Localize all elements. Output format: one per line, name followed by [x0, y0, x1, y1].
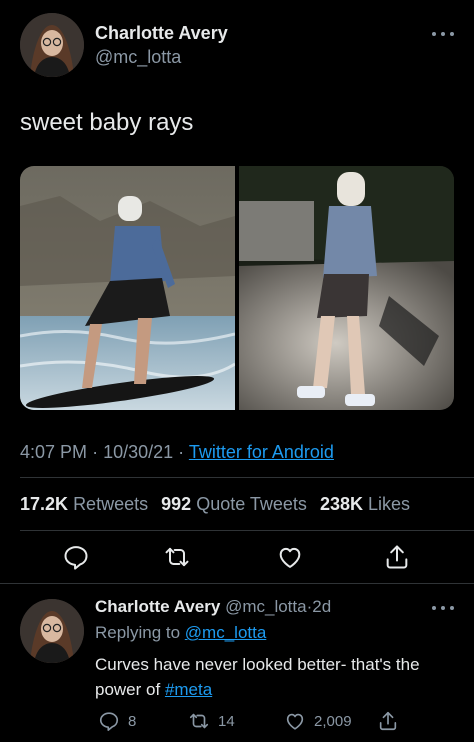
author-avatar[interactable]: [20, 13, 84, 77]
reply-icon: [99, 712, 119, 731]
hashtag-link[interactable]: #meta: [165, 680, 212, 699]
author-handle[interactable]: @mc_lotta: [95, 47, 181, 68]
tweet-source-link[interactable]: Twitter for Android: [189, 442, 334, 462]
reply-replies-count: 8: [128, 712, 137, 730]
reply-reply-button[interactable]: 8: [98, 710, 136, 732]
reply-age[interactable]: 2d: [312, 597, 331, 616]
reply-author-handle[interactable]: @mc_lotta: [225, 597, 307, 616]
more-options-icon[interactable]: [432, 29, 454, 39]
quote-tweets-stat[interactable]: 992 Quote Tweets: [161, 494, 307, 514]
divider: [0, 583, 474, 584]
replying-to: Replying to @mc_lotta: [95, 623, 266, 643]
retweet-icon[interactable]: [163, 543, 191, 571]
meta-separator: ·: [92, 442, 99, 462]
divider: [20, 477, 474, 478]
tweet-media[interactable]: [20, 166, 454, 410]
tweet-text: sweet baby rays: [20, 109, 194, 136]
reply-likes-count: 2,009: [314, 712, 352, 730]
share-icon: [379, 711, 397, 731]
tweet-actions: [0, 543, 474, 571]
reply-more-options-icon[interactable]: [432, 603, 454, 613]
like-icon: [286, 713, 304, 730]
reply-actions: 8 14 2,009: [0, 710, 474, 734]
divider: [20, 530, 474, 531]
like-icon[interactable]: [276, 543, 304, 571]
photo-night-walk[interactable]: [239, 166, 454, 410]
reply-retweet-button[interactable]: 14: [188, 710, 235, 732]
share-icon[interactable]: [383, 543, 411, 571]
tweet-time: 4:07 PM: [20, 442, 88, 462]
reply-header: Charlotte Avery @mc_lotta·2d: [95, 597, 331, 617]
tweet-meta: 4:07 PM · 10/30/21 · Twitter for Android: [20, 442, 334, 463]
replying-to-prefix: Replying to: [95, 623, 181, 642]
reply-icon[interactable]: [62, 543, 90, 571]
reply-like-button[interactable]: 2,009: [284, 710, 352, 732]
author-name[interactable]: Charlotte Avery: [95, 23, 228, 44]
retweet-icon: [189, 713, 209, 729]
tweet-date[interactable]: 10/30/21: [103, 442, 173, 462]
reply-retweets-count: 14: [218, 712, 235, 730]
reply-author-name[interactable]: Charlotte Avery: [95, 597, 220, 616]
retweets-stat[interactable]: 17.2K Retweets: [20, 494, 148, 514]
reply-share-button[interactable]: [377, 710, 399, 732]
reply-text: Curves have never looked better- that's …: [95, 652, 455, 702]
tweet-stats: 17.2K Retweets 992 Quote Tweets 238K Lik…: [20, 494, 410, 515]
reply-author-avatar[interactable]: [20, 599, 84, 663]
reply-text-body: Curves have never looked better- that's …: [95, 655, 420, 699]
replying-to-link[interactable]: @mc_lotta: [185, 623, 267, 642]
likes-stat[interactable]: 238K Likes: [320, 494, 410, 514]
photo-surfing[interactable]: [20, 166, 235, 410]
meta-separator: ·: [178, 442, 185, 462]
